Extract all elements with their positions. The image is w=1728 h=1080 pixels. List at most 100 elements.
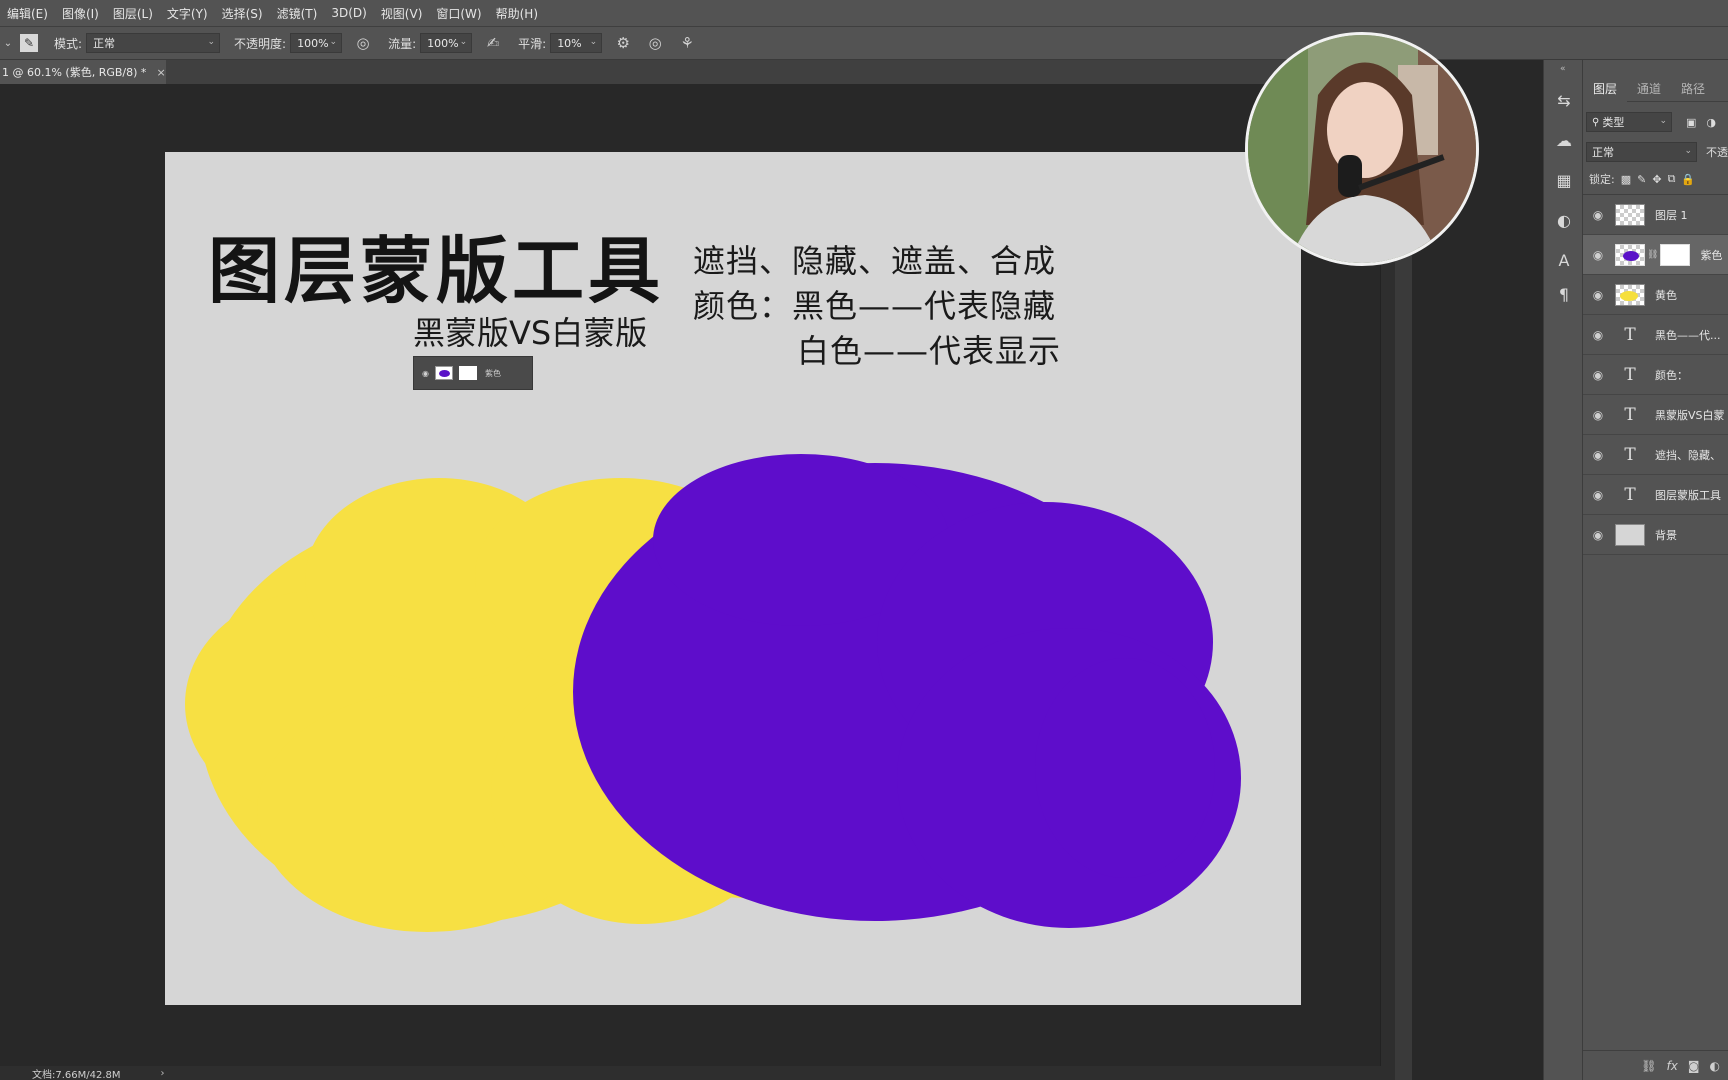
eye-icon[interactable]: ◉ bbox=[1583, 328, 1613, 342]
eye-icon[interactable]: ◉ bbox=[1583, 528, 1613, 542]
layer-row-text-black[interactable]: ◉ T 黑色——代... bbox=[1583, 315, 1728, 355]
pressure-size-icon[interactable]: ◎ bbox=[644, 32, 666, 54]
layer-thumb bbox=[1615, 203, 1645, 226]
menu-view[interactable]: 视图(V) bbox=[374, 5, 430, 22]
text-layer-icon: T bbox=[1624, 324, 1636, 345]
yellow-blob bbox=[1620, 290, 1638, 301]
lock-paint-icon[interactable]: ✎ bbox=[1637, 173, 1646, 186]
mode-select[interactable]: 正常 ⌄ bbox=[86, 33, 221, 53]
adjustments-icon[interactable]: ◐ bbox=[1552, 208, 1576, 232]
lock-position-icon[interactable]: ✥ bbox=[1652, 173, 1661, 186]
blend-mode-select[interactable]: 正常 ⌄ bbox=[1586, 142, 1697, 162]
menu-edit[interactable]: 编辑(E) bbox=[0, 5, 55, 22]
layer-row-text-desc[interactable]: ◉ T 遮挡、隐藏、 bbox=[1583, 435, 1728, 475]
tab-channels[interactable]: 通道 bbox=[1627, 76, 1671, 102]
mini-layer-mask bbox=[458, 366, 477, 380]
fx-icon[interactable]: fx bbox=[1667, 1059, 1678, 1073]
layer-row-background[interactable]: ◉ 背景 bbox=[1583, 515, 1728, 555]
opacity-field[interactable]: 100% ⌄ bbox=[290, 33, 343, 53]
color-palette-icon[interactable]: ☁ bbox=[1552, 128, 1576, 152]
add-mask-icon[interactable]: ◙ bbox=[1688, 1059, 1700, 1073]
symmetry-icon[interactable]: ⚘ bbox=[676, 32, 698, 54]
canvas-title: 图层蒙版工具 bbox=[208, 229, 665, 313]
lock-artboard-icon[interactable]: ⧉ bbox=[1668, 172, 1676, 186]
status-menu-arrow-icon[interactable]: › bbox=[161, 1068, 165, 1079]
layer-row-purple[interactable]: ◉ ⛓ 紫色 bbox=[1583, 235, 1728, 275]
menu-type[interactable]: 文字(Y) bbox=[160, 5, 215, 22]
layer-filter-select[interactable]: ⚲ 类型 ⌄ bbox=[1586, 112, 1672, 132]
flow-field[interactable]: 100% ⌄ bbox=[420, 33, 473, 53]
chevron-down-icon: ⌄ bbox=[589, 37, 598, 47]
smoothing-field[interactable]: 10% ⌄ bbox=[550, 33, 603, 53]
eye-icon: ◉ bbox=[422, 368, 429, 378]
eye-icon[interactable]: ◉ bbox=[1583, 368, 1613, 382]
lock-transparency-icon[interactable]: ▩ bbox=[1621, 173, 1631, 186]
adjustment-icon[interactable]: ◐ bbox=[1710, 1059, 1720, 1073]
airbrush-icon[interactable]: ✍ bbox=[482, 32, 504, 54]
menu-image[interactable]: 图像(I) bbox=[55, 5, 106, 22]
canvas-desc-line3: 白色——代表显示 bbox=[797, 332, 1062, 370]
filter-pixel-icon[interactable]: ▣ bbox=[1686, 116, 1696, 129]
character-icon[interactable]: A bbox=[1552, 248, 1576, 272]
layer-name: 颜色： bbox=[1655, 368, 1688, 382]
layer-mask-thumb[interactable] bbox=[1660, 243, 1691, 266]
menu-select[interactable]: 选择(S) bbox=[215, 5, 270, 22]
layer-filter-value: 类型 bbox=[1602, 116, 1625, 129]
collapse-panels-icon[interactable]: « bbox=[1560, 64, 1566, 74]
document-tab-title: 1 @ 60.1% (紫色, RGB/8) * bbox=[2, 66, 147, 79]
smoothing-value: 10% bbox=[557, 36, 582, 50]
purple-shape bbox=[573, 454, 1241, 928]
options-bar: ⌄ ✎ 模式: 正常 ⌄ 不透明度: 100% ⌄ ◎ 流量: 100% ⌄ ✍… bbox=[0, 26, 1728, 60]
tool-preset-chevron-icon[interactable]: ⌄ bbox=[2, 32, 14, 54]
webcam-overlay bbox=[1245, 32, 1479, 266]
chain-link-icon[interactable]: ⛓ bbox=[1647, 250, 1658, 260]
layers-panel-footer: ⛓ fx ◙ ◐ bbox=[1583, 1050, 1728, 1080]
document-canvas[interactable]: 图层蒙版工具 黑蒙版VS白蒙版 遮挡、隐藏、遮盖、合成 颜色：黑色——代表隐藏 … bbox=[165, 152, 1301, 1005]
eye-icon[interactable]: ◉ bbox=[1583, 448, 1613, 462]
layer-row-yellow[interactable]: ◉ 黄色 bbox=[1583, 275, 1728, 315]
menu-3d[interactable]: 3D(D) bbox=[324, 6, 373, 20]
menu-layer[interactable]: 图层(L) bbox=[106, 5, 160, 22]
eye-icon[interactable]: ◉ bbox=[1583, 408, 1613, 422]
layers-panel: 图层 通道 路径 ⚲ 类型 ⌄ ▣ ◑ 正常 ⌄ 不透 锁定: ▩ ✎ ✥ ⧉ … bbox=[1583, 60, 1728, 1080]
blend-mode-value: 正常 bbox=[1592, 146, 1614, 159]
swatches-grid-icon[interactable]: ▦ bbox=[1552, 168, 1576, 192]
link-icon[interactable]: ⛓ bbox=[1641, 1059, 1656, 1073]
status-bar: 文档:7.66M/42.8M › bbox=[0, 1066, 1395, 1080]
eye-icon[interactable]: ◉ bbox=[1583, 208, 1613, 222]
tab-layers[interactable]: 图层 bbox=[1583, 75, 1628, 102]
layer-row-text-subtitle[interactable]: ◉ T 黑蒙版VS白蒙 bbox=[1583, 395, 1728, 435]
paragraph-icon[interactable]: ¶ bbox=[1552, 282, 1576, 306]
tab-paths[interactable]: 路径 bbox=[1671, 76, 1715, 102]
menu-filter[interactable]: 滤镜(T) bbox=[270, 5, 325, 22]
document-tab[interactable]: 1 @ 60.1% (紫色, RGB/8) * × bbox=[0, 60, 166, 84]
mode-label: 模式: bbox=[54, 36, 83, 51]
menu-window[interactable]: 窗口(W) bbox=[429, 5, 488, 22]
mode-value: 正常 bbox=[93, 37, 116, 50]
eye-icon[interactable]: ◉ bbox=[1583, 288, 1613, 302]
layer-row-text-title[interactable]: ◉ T 图层蒙版工具 bbox=[1583, 475, 1728, 515]
history-icon[interactable]: ⇆ bbox=[1552, 88, 1576, 112]
mini-layer-name: 紫色 bbox=[484, 368, 501, 378]
close-icon[interactable]: × bbox=[156, 66, 165, 79]
panel-icon-strip: « ⇆ ☁ ▦ ◐ A ¶ bbox=[1543, 60, 1583, 1080]
canvas-desc-line2: 颜色：黑色——代表隐藏 bbox=[693, 287, 1057, 325]
eye-icon[interactable]: ◉ bbox=[1583, 488, 1613, 502]
menu-help[interactable]: 帮助(H) bbox=[489, 5, 545, 22]
layer-filter-row: ⚲ 类型 ⌄ ▣ ◑ bbox=[1583, 110, 1728, 134]
pressure-opacity-icon[interactable]: ◎ bbox=[352, 32, 374, 54]
opacity-label: 不透明度: bbox=[234, 36, 287, 51]
layer-row-text-color[interactable]: ◉ T 颜色： bbox=[1583, 355, 1728, 395]
brush-preset-icon[interactable]: ✎ bbox=[20, 34, 38, 52]
layer-row-layer1[interactable]: ◉ 图层 1 bbox=[1583, 195, 1728, 235]
gear-icon[interactable]: ⚙ bbox=[612, 32, 634, 54]
layer-name: 黑蒙版VS白蒙 bbox=[1655, 408, 1725, 422]
flow-label: 流量: bbox=[388, 36, 417, 51]
eye-icon[interactable]: ◉ bbox=[1583, 248, 1613, 262]
layer-list: ◉ 图层 1 ◉ ⛓ 紫色 ◉ 黄色 ◉ T 黑色——代... ◉ T 颜色： … bbox=[1583, 194, 1728, 555]
opacity-value: 100% bbox=[297, 36, 329, 50]
filter-adjustment-icon[interactable]: ◑ bbox=[1706, 116, 1716, 129]
document-info[interactable]: 文档:7.66M/42.8M bbox=[32, 1066, 121, 1080]
text-layer-icon: T bbox=[1624, 404, 1636, 425]
lock-all-icon[interactable]: 🔒 bbox=[1681, 173, 1695, 186]
